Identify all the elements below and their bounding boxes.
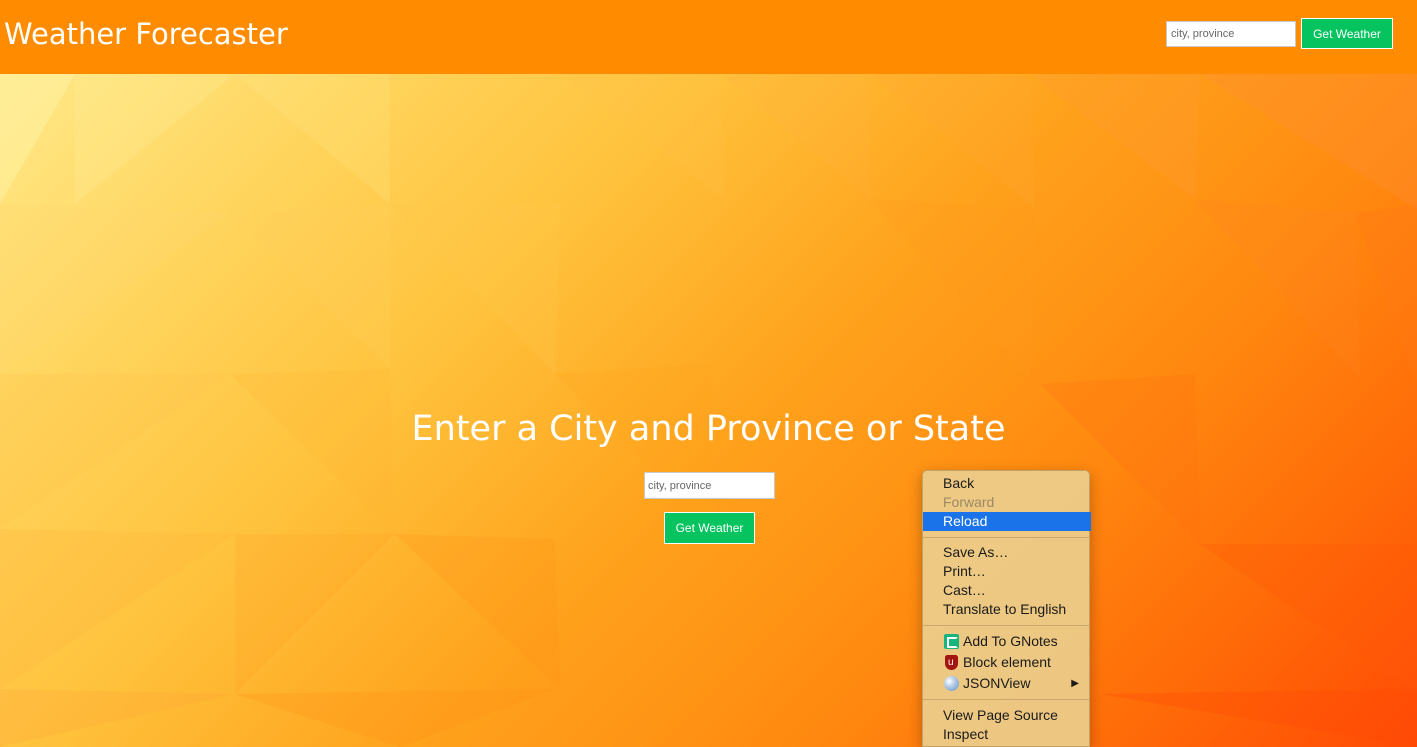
menu-item-label: Add To GNotes — [963, 633, 1058, 649]
menu-item-label: JSONView — [963, 675, 1031, 691]
hero-get-weather-button[interactable]: Get Weather — [664, 512, 755, 544]
menu-item-save-as[interactable]: Save As… — [923, 543, 1091, 562]
gnotes-icon — [944, 634, 959, 649]
menu-item-forward: Forward — [943, 494, 995, 510]
navbar-search-input[interactable] — [1166, 21, 1296, 47]
hero-search-input[interactable] — [644, 472, 775, 499]
navbar-get-weather-button[interactable]: Get Weather — [1301, 18, 1393, 49]
brand-title[interactable]: Weather Forecaster — [4, 14, 288, 54]
hero-title: Enter a City and Province or State — [411, 409, 1006, 449]
menu-item-inspect[interactable]: Inspect — [923, 725, 1091, 744]
menu-item-label: Block element — [963, 654, 1051, 670]
top-navbar: Weather Forecaster Get Weather — [0, 0, 1417, 74]
jsonview-icon — [944, 676, 959, 691]
menu-item-block-element[interactable]: Block element — [923, 653, 1091, 672]
submenu-arrow-icon: ▶ — [1071, 678, 1079, 689]
menu-separator — [923, 625, 1089, 626]
menu-item-reload[interactable]: Reload — [923, 512, 1091, 531]
menu-item-back[interactable]: Back — [923, 474, 1091, 493]
menu-item-view-page-source[interactable]: View Page Source — [923, 706, 1091, 725]
context-menu: Back Forward Reload Save As… Print… Cast… — [922, 470, 1091, 747]
menu-item-jsonview[interactable]: JSONView ▶ — [923, 674, 1091, 693]
menu-item-translate[interactable]: Translate to English — [923, 600, 1091, 619]
menu-item-print[interactable]: Print… — [923, 562, 1091, 581]
menu-item-add-to-gnotes[interactable]: Add To GNotes — [923, 632, 1091, 651]
menu-separator — [923, 699, 1089, 700]
menu-item-cast[interactable]: Cast… — [923, 581, 1091, 600]
ublock-icon — [945, 653, 958, 672]
menu-separator — [923, 537, 1089, 538]
